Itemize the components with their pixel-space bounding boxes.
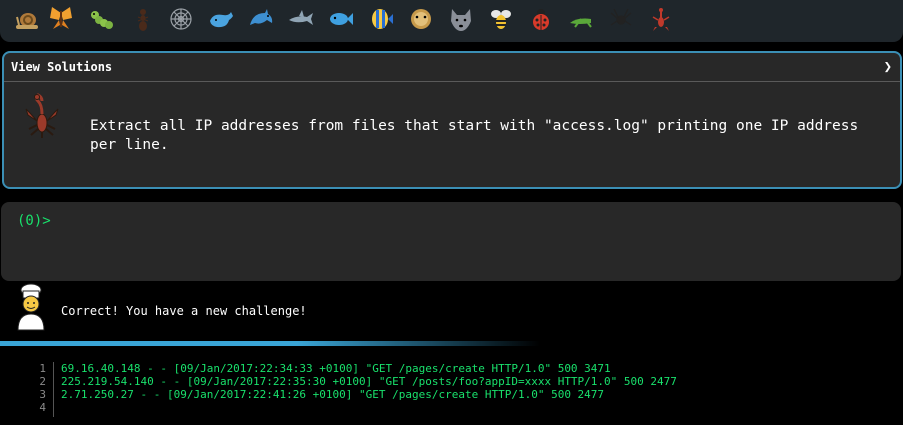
terminal-prompt: (0)> <box>17 213 51 229</box>
whale-icon[interactable] <box>206 4 236 34</box>
tropical-fish-icon[interactable] <box>366 4 396 34</box>
line-number: 3 <box>39 388 46 401</box>
line-number: 1 <box>39 362 46 375</box>
output-line: 4 <box>0 401 903 414</box>
ant-icon[interactable] <box>128 4 158 34</box>
line-number: 2 <box>39 375 46 388</box>
output-line: 2 225.219.54.140 - - [09/Jan/2017:22:35:… <box>0 375 903 388</box>
command-output: 1 69.16.40.148 - - [09/Jan/2017:22:34:33… <box>0 362 903 414</box>
output-line: 3 2.71.250.27 - - [09/Jan/2017:22:41:26 … <box>0 388 903 401</box>
butterfly-icon[interactable] <box>46 4 76 34</box>
ladybug-icon[interactable] <box>526 4 556 34</box>
line-text: 2.71.250.27 - - [09/Jan/2017:22:41:26 +0… <box>61 388 605 401</box>
view-solutions-title[interactable]: View Solutions <box>11 60 112 74</box>
line-text: 69.16.40.148 - - [09/Jan/2017:22:34:33 +… <box>61 362 611 375</box>
bee-icon[interactable] <box>486 4 516 34</box>
spider-web-icon[interactable] <box>166 4 196 34</box>
challenge-panel: View Solutions ❯ Extract all IP addresse… <box>2 51 902 189</box>
snail-icon[interactable] <box>12 4 42 34</box>
scorpion-icon[interactable] <box>646 4 676 34</box>
challenge-description: Extract all IP addresses from files that… <box>90 118 859 153</box>
chef-avatar <box>17 283 45 331</box>
scorpion-icon <box>25 93 59 138</box>
view-solutions-header[interactable]: View Solutions ❯ <box>4 53 900 82</box>
cricket-icon[interactable] <box>566 4 596 34</box>
terminal-input[interactable]: (0)> <box>1 202 901 281</box>
wolf-icon[interactable] <box>446 4 476 34</box>
line-text: 225.219.54.140 - - [09/Jan/2017:22:35:30… <box>61 375 677 388</box>
shark-icon[interactable] <box>286 4 316 34</box>
line-number: 4 <box>39 401 46 414</box>
challenge-icon-bar <box>0 0 903 42</box>
progress-bar <box>0 341 540 346</box>
caterpillar-icon[interactable] <box>87 4 117 34</box>
dolphin-icon[interactable] <box>246 4 276 34</box>
chevron-right-icon[interactable]: ❯ <box>884 59 892 75</box>
fish-icon[interactable] <box>326 4 356 34</box>
output-line: 1 69.16.40.148 - - [09/Jan/2017:22:34:33… <box>0 362 903 375</box>
spider-icon[interactable] <box>606 4 636 34</box>
pufferfish-icon[interactable] <box>406 4 436 34</box>
feedback-message: Correct! You have a new challenge! <box>61 304 307 318</box>
